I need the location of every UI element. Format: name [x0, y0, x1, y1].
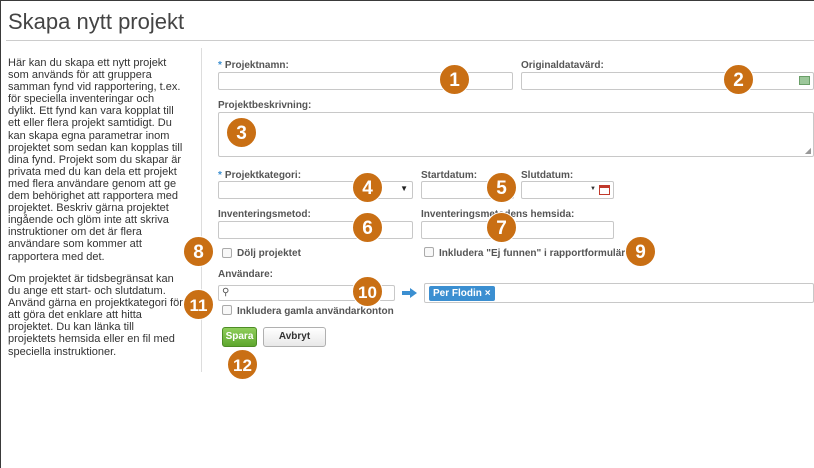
help-text-dates: Om projektet är tidsbegränsat kan du ang… [8, 273, 183, 358]
inventory-site-input[interactable] [421, 221, 614, 239]
inventory-method-label: Inventeringsmetod: [218, 209, 311, 220]
callout-badge-6: 6 [352, 212, 383, 243]
original-host-label: Originaldatavärd: [521, 60, 604, 71]
callout-badge-10: 10 [352, 276, 383, 307]
original-host-input[interactable] [521, 72, 814, 90]
description-textarea[interactable]: ◢ [218, 112, 814, 157]
callout-badge-4: 4 [352, 172, 383, 203]
remove-user-icon[interactable]: × [485, 288, 491, 299]
help-text-intro: Här kan du skapa ett nytt projekt som an… [8, 57, 183, 263]
calendar-icon[interactable] [599, 185, 610, 195]
column-divider [201, 48, 202, 372]
start-date-label: Startdatum: [421, 170, 478, 181]
callout-badge-9: 9 [625, 236, 656, 267]
chevron-down-icon[interactable]: ▼ [590, 186, 596, 192]
include-not-found-label: Inkludera "Ej funnen" i rapportformuläre… [439, 248, 635, 259]
category-label: * Projektkategori: [218, 170, 302, 181]
search-icon: ⚲ [222, 287, 230, 298]
description-label: Projektbeskrivning: [218, 100, 312, 111]
category-select[interactable]: ▼ [218, 181, 413, 199]
user-tag-name: Per Flodin [433, 288, 482, 299]
callout-badge-7: 7 [486, 212, 517, 243]
hide-project-checkbox[interactable] [222, 248, 232, 258]
end-date-input[interactable]: ▼ [521, 181, 614, 199]
user-tag[interactable]: Per Flodin × [429, 286, 495, 301]
callout-badge-12: 12 [227, 349, 258, 380]
callout-badge-8: 8 [183, 236, 214, 267]
include-old-accounts-label: Inkludera gamla användarkonton [237, 306, 394, 317]
callout-badge-5: 5 [486, 172, 517, 203]
callout-badge-1: 1 [439, 64, 470, 95]
resize-handle-icon[interactable]: ◢ [805, 146, 811, 155]
include-old-accounts-checkbox[interactable] [222, 305, 232, 315]
users-label: Användare: [218, 269, 274, 280]
callout-badge-2: 2 [723, 64, 754, 95]
page-title: Skapa nytt projekt [8, 9, 185, 34]
project-name-label: * Projektnamn: [218, 60, 289, 71]
cancel-button[interactable]: Avbryt [263, 327, 326, 347]
arrow-right-icon[interactable] [402, 288, 417, 298]
callout-badge-3: 3 [226, 117, 257, 148]
save-button[interactable]: Spara [222, 327, 257, 347]
inventory-method-input[interactable] [218, 221, 413, 239]
title-divider [6, 40, 814, 41]
include-not-found-checkbox[interactable] [424, 247, 434, 257]
callout-badge-11: 11 [183, 289, 214, 320]
end-date-label: Slutdatum: [521, 170, 574, 181]
hide-project-label: Dölj projektet [237, 248, 301, 259]
database-icon[interactable] [799, 76, 810, 85]
selected-users-box[interactable]: Per Flodin × [424, 283, 814, 303]
chevron-down-icon: ▼ [400, 184, 408, 193]
